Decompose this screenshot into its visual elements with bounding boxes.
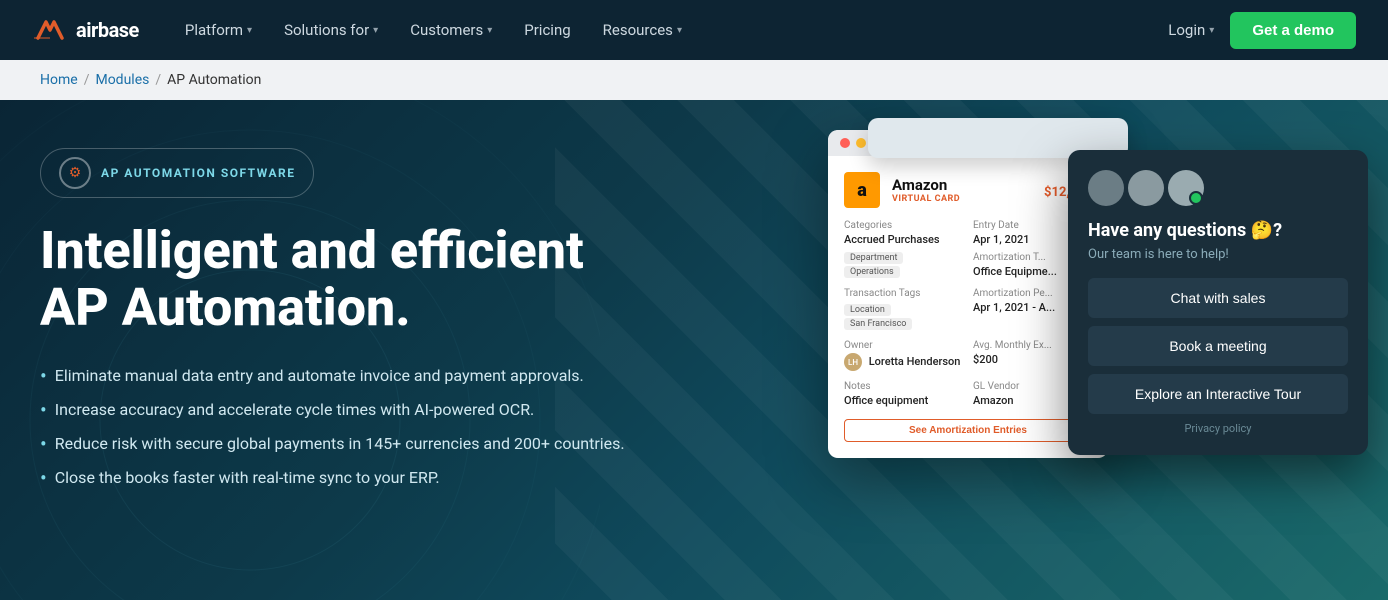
logo[interactable]: airbase	[32, 16, 139, 44]
owner-avatar: LH	[844, 353, 862, 371]
login-button[interactable]: Login ▾	[1168, 21, 1214, 39]
location-tag: Location	[844, 304, 891, 316]
chat-with-sales-button[interactable]: Chat with sales	[1088, 278, 1348, 318]
breadcrumb-separator: /	[84, 72, 90, 88]
chevron-down-icon: ▾	[1209, 25, 1214, 36]
chat-avatar-2	[1128, 170, 1164, 206]
dept-tag: Department	[844, 252, 903, 264]
book-meeting-button[interactable]: Book a meeting	[1088, 326, 1348, 366]
ops-tag: Operations	[844, 266, 900, 278]
chevron-down-icon: ▾	[487, 25, 492, 36]
nav-right: Login ▾ Get a demo	[1168, 12, 1356, 49]
card-fields: Categories Accrued Purchases Department …	[844, 220, 1092, 407]
nav-item-solutions[interactable]: Solutions for ▾	[270, 13, 392, 47]
get-demo-button[interactable]: Get a demo	[1230, 12, 1356, 49]
hero-ui-card-area: a Amazon VIRTUAL CARD $12,000 Categories…	[828, 130, 1108, 458]
breadcrumb-current: AP Automation	[167, 72, 261, 88]
card-header: a Amazon VIRTUAL CARD $12,000	[844, 172, 1092, 208]
nav-links: Platform ▾ Solutions for ▾ Customers ▾ P…	[171, 13, 1168, 47]
chevron-down-icon: ▾	[373, 25, 378, 36]
nav-item-platform[interactable]: Platform ▾	[171, 13, 266, 47]
breadcrumb-home[interactable]: Home	[40, 72, 78, 88]
navbar: airbase Platform ▾ Solutions for ▾ Custo…	[0, 0, 1388, 60]
sf-tag: San Francisco	[844, 318, 912, 330]
virtual-card-badge: VIRTUAL CARD	[892, 194, 960, 204]
hero-title: Intelligent and efficient AP Automation.	[40, 222, 625, 336]
notes-label: Notes	[844, 381, 963, 392]
nav-item-customers[interactable]: Customers ▾	[396, 13, 506, 47]
hero-section: ⚙ AP AUTOMATION SOFTWARE Intelligent and…	[0, 100, 1388, 600]
chat-subtitle: Our team is here to help!	[1088, 247, 1348, 262]
privacy-policy-link[interactable]: Privacy policy	[1088, 422, 1348, 435]
list-item: Increase accuracy and accelerate cycle t…	[40, 398, 625, 422]
owner-value: LH Loretta Henderson	[844, 353, 963, 371]
nav-item-resources[interactable]: Resources ▾	[589, 13, 696, 47]
amazon-logo: a	[844, 172, 880, 208]
close-dot	[840, 138, 850, 148]
explore-tour-button[interactable]: Explore an Interactive Tour	[1088, 374, 1348, 414]
hero-bullets: Eliminate manual data entry and automate…	[40, 364, 625, 490]
categories-label: Categories	[844, 220, 963, 231]
see-amortization-button[interactable]: See Amortization Entries	[844, 419, 1092, 442]
nav-item-pricing[interactable]: Pricing	[510, 13, 584, 47]
hero-content: ⚙ AP AUTOMATION SOFTWARE Intelligent and…	[40, 148, 625, 490]
owner-label: Owner	[844, 340, 963, 351]
logo-text: airbase	[76, 18, 139, 42]
hero-badge: ⚙ AP AUTOMATION SOFTWARE	[40, 148, 314, 198]
badge-icon: ⚙	[59, 157, 91, 189]
list-item: Eliminate manual data entry and automate…	[40, 364, 625, 388]
chat-avatar-1	[1088, 170, 1124, 206]
chat-title: Have any questions 🤔?	[1088, 220, 1348, 241]
chat-widget: Have any questions 🤔? Our team is here t…	[1068, 150, 1368, 455]
ui-card-body: a Amazon VIRTUAL CARD $12,000 Categories…	[828, 156, 1108, 458]
breadcrumb: Home / Modules / AP Automation	[0, 60, 1388, 100]
categories-value: Accrued Purchases	[844, 233, 963, 246]
notes-value: Office equipment	[844, 394, 963, 407]
chevron-down-icon: ▾	[247, 25, 252, 36]
chat-avatar-3	[1168, 170, 1204, 206]
list-item: Reduce risk with secure global payments …	[40, 432, 625, 456]
vendor-name: Amazon	[892, 176, 960, 194]
badge-label: AP AUTOMATION SOFTWARE	[101, 166, 295, 180]
list-item: Close the books faster with real-time sy…	[40, 466, 625, 490]
ui-card: a Amazon VIRTUAL CARD $12,000 Categories…	[828, 130, 1108, 458]
breadcrumb-separator-2: /	[155, 72, 161, 88]
chevron-down-icon: ▾	[677, 25, 682, 36]
transaction-tags-label: Transaction Tags	[844, 288, 963, 299]
chat-avatars	[1088, 170, 1348, 206]
breadcrumb-modules[interactable]: Modules	[95, 72, 149, 88]
minimize-dot	[856, 138, 866, 148]
